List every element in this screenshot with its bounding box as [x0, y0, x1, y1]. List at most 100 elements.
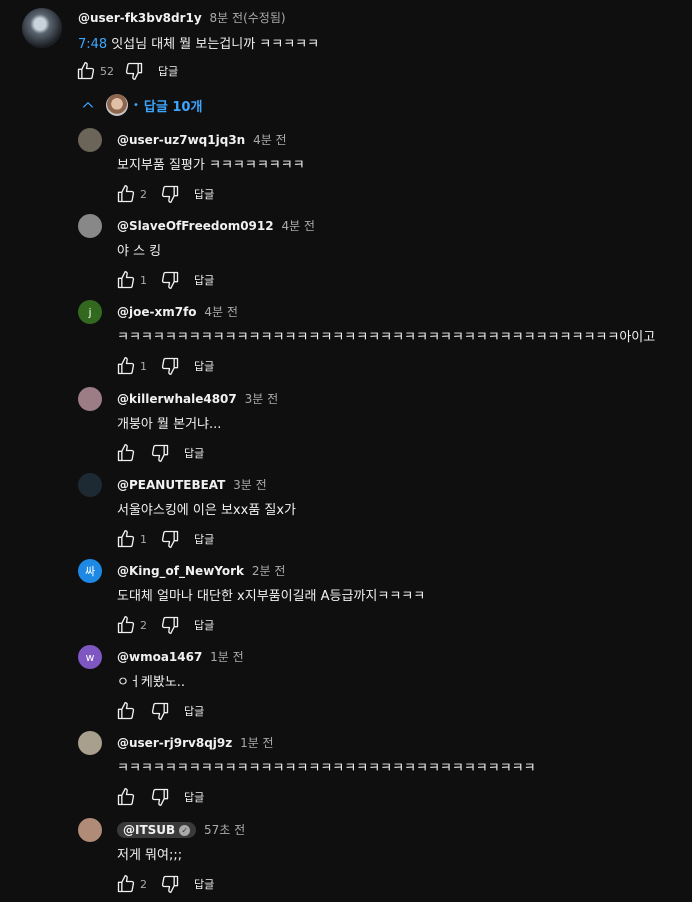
timestamp-link[interactable]: 7:48: [78, 37, 107, 52]
comment-time[interactable]: 4분 전: [281, 219, 315, 233]
comment-author-name[interactable]: @ITSUB: [123, 823, 175, 837]
reply-button[interactable]: 답글: [194, 186, 214, 202]
avatar[interactable]: [78, 731, 102, 755]
comment-time[interactable]: 4분 전: [204, 305, 238, 319]
comment-time[interactable]: 8분 전(수정됨): [210, 11, 286, 25]
avatar[interactable]: [78, 128, 102, 152]
like-button[interactable]: [114, 182, 138, 206]
thumbs-up-icon: [117, 444, 135, 462]
like-button[interactable]: [114, 527, 138, 551]
like-button[interactable]: [114, 613, 138, 637]
thumbs-down-icon: [161, 185, 179, 203]
comment-author[interactable]: @wmoa1467: [117, 650, 202, 664]
comment-time[interactable]: 2분 전: [252, 564, 286, 578]
comment-header: @user-fk3bv8dr1y 8분 전(수정됨): [78, 9, 286, 26]
thumbs-up-icon: [117, 185, 135, 203]
comment-author[interactable]: @killerwhale4807: [117, 392, 237, 406]
thumbs-up-icon: [117, 702, 135, 720]
reply-button[interactable]: 답글: [184, 703, 204, 719]
comment-actions: 1 답글: [114, 527, 214, 551]
thumbs-up-icon: [117, 530, 135, 548]
like-count: 52: [100, 64, 114, 78]
avatar[interactable]: 싸: [78, 559, 102, 583]
comment-actions: 1 답글: [114, 268, 214, 292]
like-button[interactable]: [114, 441, 138, 465]
thumbs-up-icon: [117, 271, 135, 289]
dislike-button[interactable]: [158, 613, 182, 637]
comment-actions: 답글: [114, 441, 204, 465]
dislike-button[interactable]: [158, 182, 182, 206]
like-button[interactable]: [114, 268, 138, 292]
reply-button[interactable]: 답글: [184, 789, 204, 805]
comment-text: ㅋㅋㅋㅋㅋㅋㅋㅋㅋㅋㅋㅋㅋㅋㅋㅋㅋㅋㅋㅋㅋㅋㅋㅋㅋㅋㅋㅋㅋㅋㅋㅋㅋㅋㅋㅋㅋㅋㅋㅋ…: [117, 330, 656, 345]
dislike-button[interactable]: [158, 354, 182, 378]
like-count: 1: [140, 273, 147, 287]
dislike-button[interactable]: [148, 699, 172, 723]
dislike-button[interactable]: [148, 441, 172, 465]
comment-time[interactable]: 3분 전: [233, 478, 267, 492]
reply-button[interactable]: 답글: [194, 617, 214, 633]
dislike-button[interactable]: [158, 872, 182, 896]
thumbs-up-icon: [117, 875, 135, 893]
comment-text: 서울야스킹에 이은 보xx품 질x가: [117, 503, 296, 518]
avatar[interactable]: [22, 8, 62, 48]
comment-text: 7:48 잇섭님 대체 뭘 보는겁니까 ㅋㅋㅋㅋㅋ: [78, 33, 319, 52]
creator-badge[interactable]: @ITSUB ✓: [117, 822, 197, 838]
like-count: 1: [140, 532, 147, 546]
comment-time[interactable]: 1분 전: [240, 736, 274, 750]
reply-button[interactable]: 답글: [158, 63, 178, 79]
thumbs-down-icon: [151, 702, 169, 720]
comment-header: @user-uz7wq1jq3n 4분 전: [117, 131, 287, 148]
dislike-button[interactable]: [158, 527, 182, 551]
comment-author[interactable]: @joe-xm7fo: [117, 305, 197, 319]
avatar[interactable]: [78, 818, 102, 842]
comment-header: @user-rj9rv8qj9z 1분 전: [117, 734, 274, 751]
comment-text: 저게 뭐여;;;: [117, 848, 183, 863]
comment-author[interactable]: @King_of_NewYork: [117, 564, 244, 578]
comment-actions: 2 답글: [114, 182, 214, 206]
thumbs-up-icon: [117, 788, 135, 806]
like-count: 2: [140, 187, 147, 201]
like-button[interactable]: [74, 59, 98, 83]
thumbs-down-icon: [161, 530, 179, 548]
like-button[interactable]: [114, 785, 138, 809]
like-count: 1: [140, 359, 147, 373]
comment-author[interactable]: @user-fk3bv8dr1y: [78, 11, 202, 25]
comment-author[interactable]: @PEANUTEBEAT: [117, 478, 225, 492]
separator-dot: •: [133, 99, 139, 111]
comment-text: ㅇㅓ케봤노..: [117, 675, 186, 690]
comment-author[interactable]: @user-rj9rv8qj9z: [117, 736, 232, 750]
comment-time[interactable]: 4분 전: [253, 133, 287, 147]
comment-time[interactable]: 3분 전: [245, 392, 279, 406]
like-count: 2: [140, 877, 147, 891]
avatar[interactable]: [78, 387, 102, 411]
avatar[interactable]: [78, 473, 102, 497]
reply-button[interactable]: 답글: [184, 445, 204, 461]
reply-button[interactable]: 답글: [194, 272, 214, 288]
creator-mini-avatar: [106, 94, 128, 116]
avatar[interactable]: [78, 214, 102, 238]
comment-header: @SlaveOfFreedom0912 4분 전: [117, 217, 315, 234]
replies-toggle[interactable]: • 답글 10개: [80, 94, 202, 116]
like-button[interactable]: [114, 699, 138, 723]
avatar[interactable]: w: [78, 645, 102, 669]
thumbs-down-icon: [161, 616, 179, 634]
reply-button[interactable]: 답글: [194, 531, 214, 547]
like-button[interactable]: [114, 872, 138, 896]
comment-actions: 2 답글: [114, 872, 214, 896]
comment-author[interactable]: @user-uz7wq1jq3n: [117, 133, 245, 147]
comment-header: @killerwhale4807 3분 전: [117, 390, 278, 407]
comment-actions: 답글: [114, 785, 204, 809]
avatar[interactable]: j: [78, 300, 102, 324]
like-button[interactable]: [114, 354, 138, 378]
thumbs-up-icon: [77, 62, 95, 80]
comment-author[interactable]: @SlaveOfFreedom0912: [117, 219, 274, 233]
comment-time[interactable]: 1분 전: [210, 650, 244, 664]
replies-count-label: 답글 10개: [143, 99, 203, 115]
dislike-button[interactable]: [158, 268, 182, 292]
reply-button[interactable]: 답글: [194, 876, 214, 892]
comment-time[interactable]: 57초 전: [204, 823, 245, 837]
dislike-button[interactable]: [148, 785, 172, 809]
dislike-button[interactable]: [122, 59, 146, 83]
reply-button[interactable]: 답글: [194, 358, 214, 374]
